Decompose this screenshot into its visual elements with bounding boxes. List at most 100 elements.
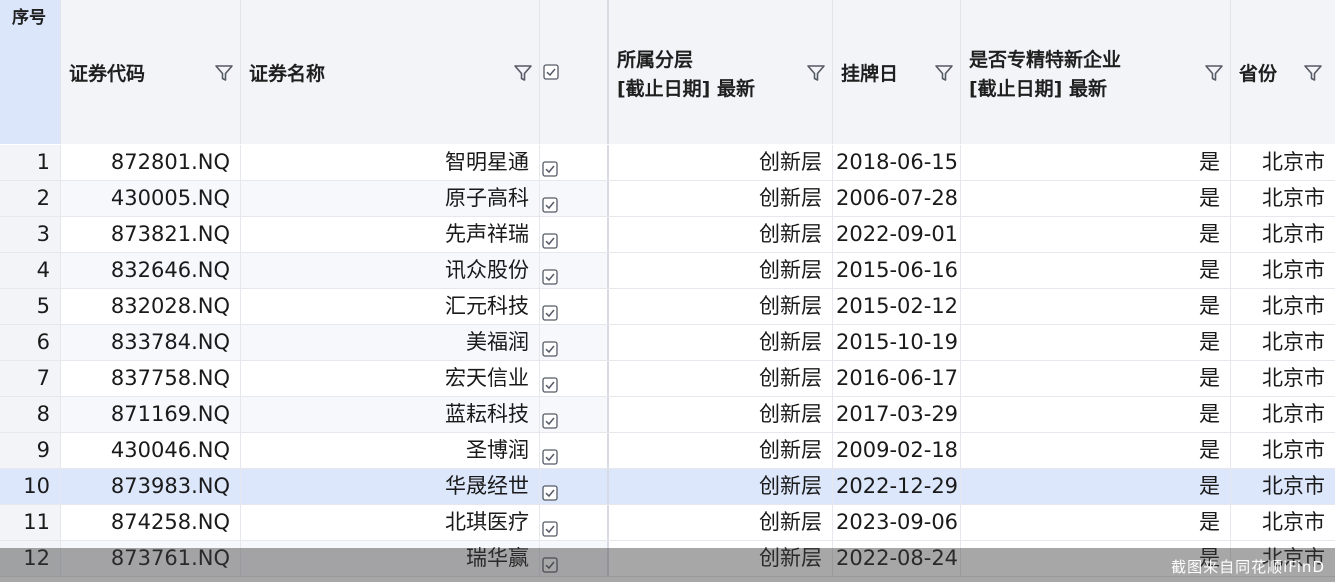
row-sme-cell: 是 <box>961 469 1231 504</box>
column-header-layer[interactable]: 所属分层 [截止日期] 最新 <box>609 0 833 144</box>
row-sme-cell: 是 <box>961 181 1231 216</box>
row-seq-cell: 4 <box>0 253 61 288</box>
row-checkbox-cell[interactable] <box>540 433 609 468</box>
row-sme-cell: 是 <box>961 505 1231 540</box>
row-province-cell: 北京市 <box>1262 294 1325 318</box>
table-row[interactable]: 1 872801.NQ 智明星通 创新层 2018-06-15 是 北京市 <box>0 145 1335 181</box>
column-header-sme-sub: [截止日期] 最新 <box>969 78 1107 100</box>
row-checkbox-cell[interactable] <box>540 181 609 216</box>
row-seq-cell: 1 <box>0 145 61 180</box>
row-layer-cell: 创新层 <box>609 361 833 396</box>
row-province-cell: 北京市 <box>1262 222 1325 246</box>
table-row[interactable]: 8 871169.NQ 蓝耘科技 创新层 2017-03-29 是 北京市 <box>0 397 1335 433</box>
checkbox-checked-icon[interactable] <box>542 153 558 177</box>
row-date-cell: 2018-06-15 <box>833 145 961 180</box>
row-name-cell: 美福润 <box>241 325 540 360</box>
filter-icon[interactable] <box>1303 63 1323 83</box>
row-seq-cell: 2 <box>0 181 61 216</box>
column-header-name[interactable]: 证券名称 <box>241 0 540 144</box>
row-layer-cell: 创新层 <box>609 181 833 216</box>
table-row[interactable]: 4 832646.NQ 讯众股份 创新层 2015-06-16 是 北京市 <box>0 253 1335 289</box>
row-name-cell: 蓝耘科技 <box>241 397 540 432</box>
column-header-sme[interactable]: 是否专精特新企业 [截止日期] 最新 <box>961 0 1231 144</box>
watermark: 截图来自同花顺iFinD <box>1171 558 1325 576</box>
checkbox-checked-icon[interactable] <box>542 333 558 357</box>
row-date-cell: 2016-06-17 <box>833 361 961 396</box>
column-header-layer-sub: [截止日期] 最新 <box>617 78 755 100</box>
row-name-cell: 宏天信业 <box>241 361 540 396</box>
row-date-cell: 2009-02-18 <box>833 433 961 468</box>
row-name-cell: 智明星通 <box>241 145 540 180</box>
row-layer-cell: 创新层 <box>609 253 833 288</box>
checkbox-checked-icon[interactable] <box>542 225 558 249</box>
table-row[interactable]: 11 874258.NQ 北琪医疗 创新层 2023-09-06 是 北京市 <box>0 505 1335 541</box>
row-code-cell: 837758.NQ <box>61 361 241 396</box>
table-row[interactable]: 5 832028.NQ 汇元科技 创新层 2015-02-12 是 北京市 <box>0 289 1335 325</box>
row-checkbox-cell[interactable] <box>540 469 609 504</box>
checkbox-checked-icon[interactable] <box>542 405 558 429</box>
row-layer-cell: 创新层 <box>609 289 833 324</box>
row-province-cell: 北京市 <box>1262 438 1325 462</box>
row-checkbox-cell[interactable] <box>540 289 609 324</box>
row-checkbox-cell[interactable] <box>540 217 609 252</box>
table-row[interactable]: 7 837758.NQ 宏天信业 创新层 2016-06-17 是 北京市 <box>0 361 1335 397</box>
row-date-cell: 2022-12-29 <box>833 469 961 504</box>
column-header-name-label: 证券名称 <box>249 63 326 85</box>
column-header-sme-label: 是否专精特新企业 <box>969 49 1122 71</box>
row-name-cell: 汇元科技 <box>241 289 540 324</box>
column-header-code[interactable]: 证券代码 <box>61 0 241 144</box>
checkbox-checked-icon[interactable] <box>542 189 558 213</box>
column-header-province[interactable]: 省份 <box>1231 0 1335 144</box>
checkbox-checked-icon[interactable] <box>542 513 558 537</box>
filter-icon[interactable] <box>214 63 234 83</box>
row-date-cell: 2023-09-06 <box>833 505 961 540</box>
column-header-seq-label: 序号 <box>12 8 46 28</box>
row-code-cell: 833784.NQ <box>61 325 241 360</box>
checkbox-checked-icon[interactable] <box>543 64 559 80</box>
row-province-cell: 北京市 <box>1262 330 1325 354</box>
row-province-cell: 北京市 <box>1262 510 1325 534</box>
row-checkbox-cell[interactable] <box>540 325 609 360</box>
row-name-cell: 讯众股份 <box>241 253 540 288</box>
row-seq-cell: 11 <box>0 505 61 540</box>
row-checkbox-cell[interactable] <box>540 505 609 540</box>
filter-icon[interactable] <box>934 63 954 83</box>
table-row[interactable]: 2 430005.NQ 原子高科 创新层 2006-07-28 是 北京市 <box>0 181 1335 217</box>
row-seq-cell: 10 <box>0 469 61 504</box>
row-checkbox-cell[interactable] <box>540 361 609 396</box>
row-seq-cell: 5 <box>0 289 61 324</box>
column-header-list-date[interactable]: 挂牌日 <box>833 0 961 144</box>
filter-icon[interactable] <box>806 63 826 83</box>
row-checkbox-cell[interactable] <box>540 253 609 288</box>
row-sme-cell: 是 <box>961 325 1231 360</box>
checkbox-checked-icon[interactable] <box>542 297 558 321</box>
row-code-cell: 832646.NQ <box>61 253 241 288</box>
row-province-cell: 北京市 <box>1231 469 1335 504</box>
checkbox-checked-icon[interactable] <box>542 441 558 465</box>
row-sme-cell: 是 <box>961 217 1231 252</box>
row-sme-cell: 是 <box>961 433 1231 468</box>
row-seq-cell: 3 <box>0 217 61 252</box>
column-header-seq[interactable]: 序号 <box>0 0 61 144</box>
filter-icon[interactable] <box>513 63 533 83</box>
table-row[interactable]: 9 430046.NQ 圣博润 创新层 2009-02-18 是 北京市 <box>0 433 1335 469</box>
row-province-cell: 北京市 <box>1262 258 1325 282</box>
row-checkbox-cell[interactable] <box>540 397 609 432</box>
filter-icon[interactable] <box>1204 63 1224 83</box>
table-row[interactable]: 6 833784.NQ 美福润 创新层 2015-10-19 是 北京市 <box>0 325 1335 361</box>
row-province-cell: 北京市 <box>1262 150 1325 174</box>
row-sme-cell: 是 <box>961 397 1231 432</box>
row-sme-cell: 是 <box>961 361 1231 396</box>
row-province-cell: 北京市 <box>1262 186 1325 210</box>
table-row[interactable]: 10 873983.NQ 华晟经世 创新层 2022-12-29 是北京市 <box>0 469 1335 505</box>
checkbox-checked-icon[interactable] <box>542 477 558 501</box>
row-seq-cell: 6 <box>0 325 61 360</box>
row-checkbox-cell[interactable] <box>540 145 609 180</box>
row-name-cell: 先声祥瑞 <box>241 217 540 252</box>
checkbox-checked-icon[interactable] <box>542 369 558 393</box>
row-seq-cell: 8 <box>0 397 61 432</box>
row-date-cell: 2015-06-16 <box>833 253 961 288</box>
table-row[interactable]: 3 873821.NQ 先声祥瑞 创新层 2022-09-01 是 北京市 <box>0 217 1335 253</box>
column-header-checkbox[interactable] <box>540 0 609 144</box>
checkbox-checked-icon[interactable] <box>542 261 558 285</box>
